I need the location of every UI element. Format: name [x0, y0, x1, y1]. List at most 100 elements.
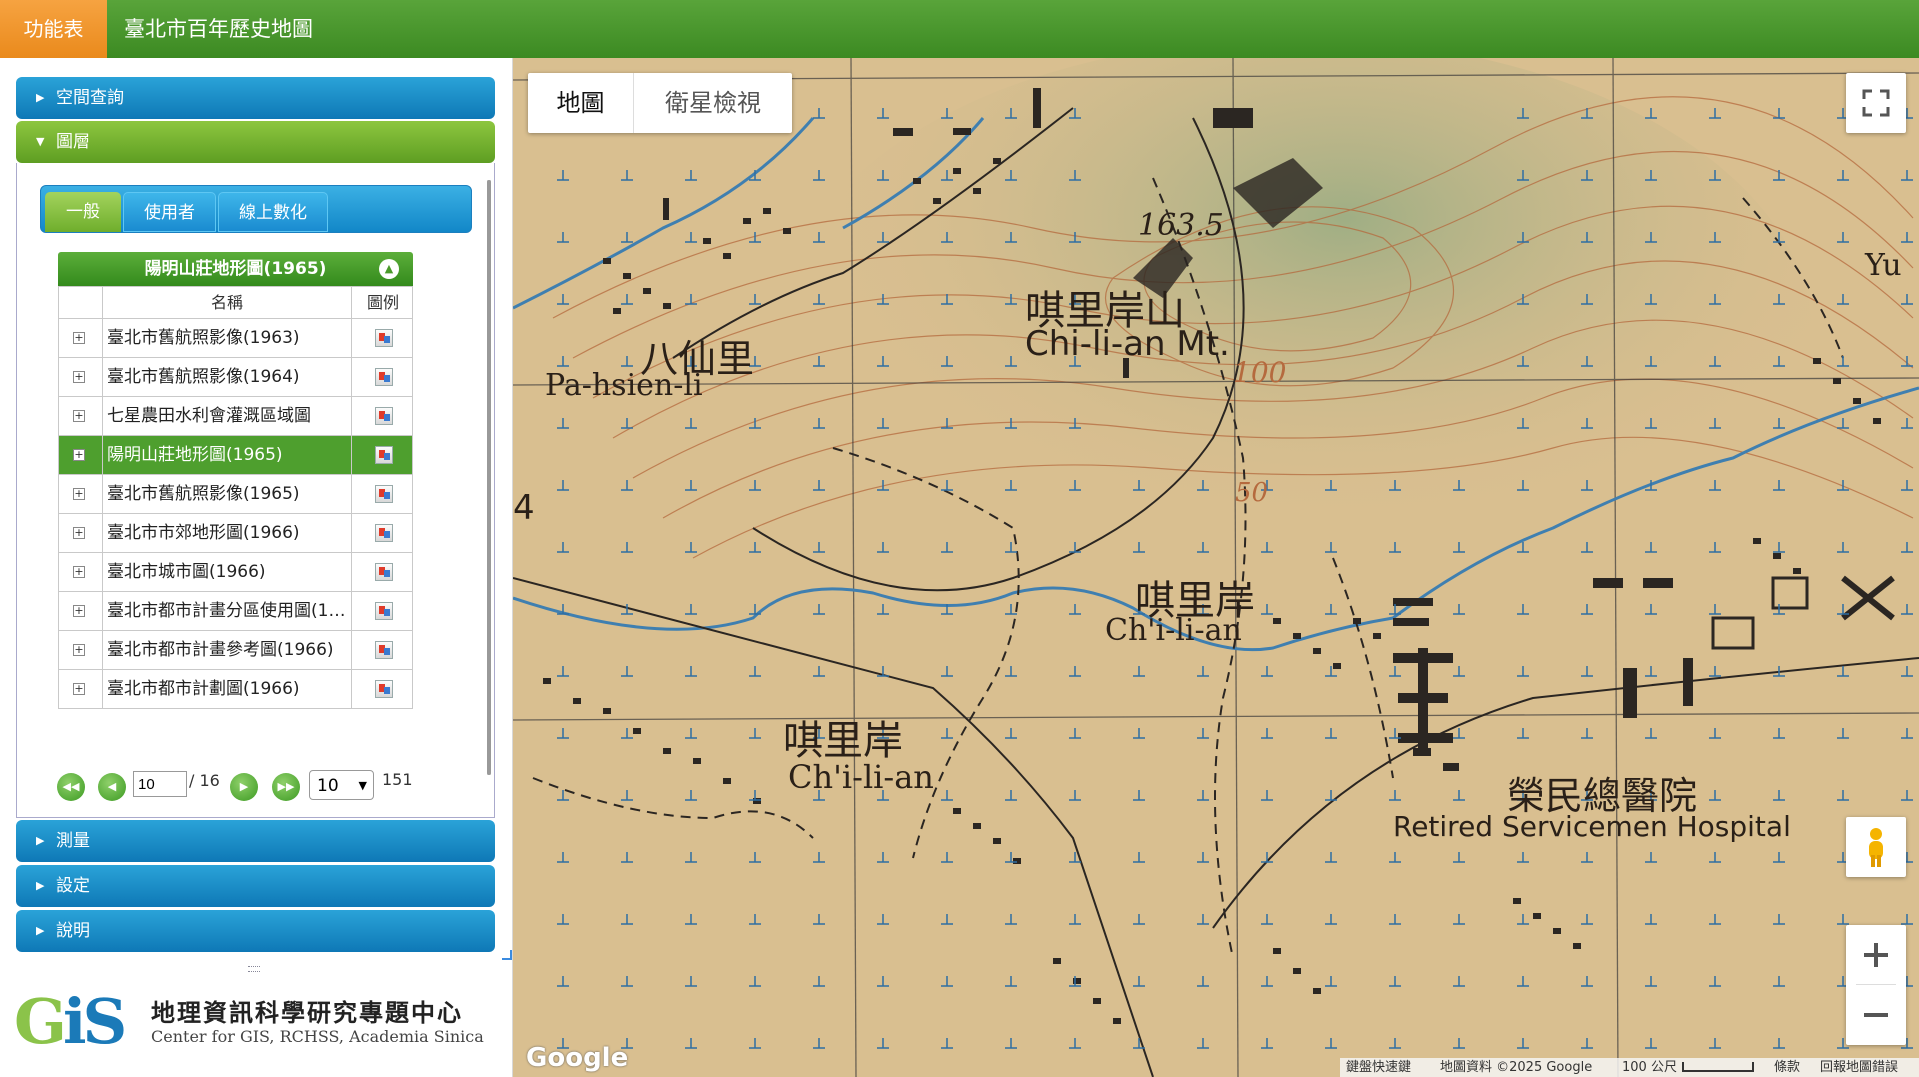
legend-icon[interactable]: [375, 563, 393, 581]
map-label-elevation: 163.5: [1138, 208, 1224, 243]
zoom-in-button[interactable]: [1846, 925, 1906, 984]
accordion-layers[interactable]: ▼ 圖層: [16, 121, 495, 163]
panel-scrollbar-thumb[interactable]: [487, 180, 491, 775]
menu-button[interactable]: 功能表: [0, 0, 107, 58]
map-canvas[interactable]: 唭里岸山 Chi-li-an Mt. 163.5 八仙里 Pa-hsien-li…: [513, 58, 1919, 1077]
zoom-out-button[interactable]: [1846, 985, 1906, 1045]
first-page-button[interactable]: ◀◀: [57, 773, 85, 801]
map-type-satellite-button[interactable]: 衛星檢視: [634, 73, 792, 133]
layer-name: 七星農田水利會灌溉區域圖: [107, 406, 311, 426]
layer-row[interactable]: + 臺北市都市計畫參考圖(1966): [58, 631, 413, 670]
accordion-label: 圖層: [56, 132, 90, 152]
layer-row[interactable]: + 七星農田水利會灌溉區域圖: [58, 397, 413, 436]
legend-column-header[interactable]: 圖例: [352, 287, 414, 318]
map-label-contour-50: 50: [1235, 478, 1269, 508]
resize-grip-icon[interactable]: [502, 950, 512, 960]
grid-title-text: 陽明山莊地形圖(1965): [144, 259, 327, 279]
expand-icon[interactable]: +: [73, 527, 85, 539]
fullscreen-button[interactable]: [1846, 73, 1906, 133]
pegman-icon: [1869, 828, 1883, 867]
accordion-spatial-query[interactable]: ▶ 空間查詢: [16, 77, 495, 119]
map-label-edge: Yu: [1865, 248, 1902, 283]
tab-online-digitize[interactable]: 線上數化: [218, 192, 328, 232]
last-page-button[interactable]: ▶▶: [272, 773, 300, 801]
rows-per-page-select[interactable]: 10 ▼: [309, 770, 374, 800]
expand-icon[interactable]: +: [73, 644, 85, 656]
next-page-button[interactable]: ▶: [230, 773, 258, 801]
gis-logo-mark: GiS: [14, 985, 127, 1058]
caret-right-icon: ▶: [36, 879, 45, 892]
accordion-measure[interactable]: ▶ 測量: [16, 820, 495, 862]
page-number-input[interactable]: [133, 771, 187, 797]
minus-icon: [1864, 1013, 1888, 1017]
map-attribution: 地圖資料 ©2025 Google: [1440, 1060, 1593, 1075]
splitter-handle-icon[interactable]: [248, 966, 260, 972]
expand-icon[interactable]: +: [73, 410, 85, 422]
map-label-hospital-en: Retired Servicemen Hospital: [1393, 810, 1791, 843]
expand-icon[interactable]: +: [73, 371, 85, 383]
accordion-settings[interactable]: ▶ 設定: [16, 865, 495, 907]
tab-general[interactable]: 一般: [45, 192, 121, 232]
expand-icon[interactable]: +: [73, 605, 85, 617]
accordion-label: 空間查詢: [56, 88, 124, 108]
legend-icon[interactable]: [375, 368, 393, 386]
legend-icon[interactable]: [375, 641, 393, 659]
accordion-label: 說明: [56, 921, 90, 941]
map-label-village1-en: Pa-hsien-li: [545, 368, 703, 403]
map-type-map-button[interactable]: 地圖: [528, 73, 633, 133]
grid-column-headers: 名稱 圖例: [58, 286, 413, 319]
layer-row[interactable]: + 臺北市舊航照影像(1963): [58, 319, 413, 358]
layer-row[interactable]: + 臺北市都市計畫分區使用圖(1966): [58, 592, 413, 631]
layer-row[interactable]: + 臺北市市郊地形圖(1966): [58, 514, 413, 553]
map-label-hill-en: Chi-li-an Mt.: [1025, 324, 1230, 364]
accordion-label: 測量: [56, 831, 90, 851]
scale-label[interactable]: 100 公尺: [1622, 1058, 1677, 1077]
keyboard-shortcuts-link[interactable]: 鍵盤快速鍵: [1346, 1058, 1411, 1077]
expand-column-header: [59, 287, 103, 318]
collapse-up-icon[interactable]: ▲: [379, 259, 399, 279]
report-map-error-link[interactable]: 回報地圖錯誤: [1820, 1058, 1898, 1077]
accordion-help[interactable]: ▶ 說明: [16, 910, 495, 952]
legend-icon[interactable]: [375, 602, 393, 620]
legend-icon[interactable]: [375, 407, 393, 425]
expand-icon[interactable]: +: [73, 488, 85, 500]
legend-icon[interactable]: [375, 485, 393, 503]
map-label-village3-en: Ch'i-li-an: [788, 758, 934, 796]
zoom-control: [1846, 925, 1906, 1045]
terms-link[interactable]: 條款: [1774, 1058, 1800, 1077]
caret-right-icon: ▶: [36, 91, 45, 104]
map-label-village2-en: Ch'i-li-an: [1105, 613, 1242, 648]
layer-row[interactable]: + 陽明山莊地形圖(1965): [58, 436, 413, 475]
map-label-contour-100: 100: [1233, 356, 1287, 389]
prev-page-button[interactable]: ◀: [98, 773, 126, 801]
layer-name: 臺北市舊航照影像(1963): [107, 328, 300, 348]
scale-bar: [1682, 1062, 1754, 1072]
street-view-button[interactable]: [1846, 817, 1906, 877]
google-logo: Google: [526, 1043, 629, 1073]
name-column-header[interactable]: 名稱: [103, 287, 352, 318]
caret-down-icon: ▼: [36, 135, 45, 148]
layer-row[interactable]: + 臺北市都市計劃圖(1966): [58, 670, 413, 709]
expand-icon[interactable]: +: [73, 566, 85, 578]
layer-row[interactable]: + 臺北市舊航照影像(1965): [58, 475, 413, 514]
layer-row[interactable]: + 臺北市舊航照影像(1964): [58, 358, 413, 397]
legend-icon[interactable]: [375, 329, 393, 347]
expand-icon[interactable]: +: [73, 449, 85, 461]
legend-icon[interactable]: [375, 524, 393, 542]
legend-icon[interactable]: [375, 680, 393, 698]
expand-icon[interactable]: +: [73, 683, 85, 695]
layer-name: 臺北市市郊地形圖(1966): [107, 523, 300, 543]
tab-user[interactable]: 使用者: [123, 192, 216, 232]
map-label-edge-number: 4: [513, 488, 535, 528]
fullscreen-icon: [1862, 89, 1890, 117]
expand-icon[interactable]: +: [73, 332, 85, 344]
caret-right-icon: ▶: [36, 924, 45, 937]
legend-icon[interactable]: [375, 446, 393, 464]
map-type-control: 地圖 衛星檢視: [528, 73, 792, 133]
layer-name: 臺北市舊航照影像(1964): [107, 367, 300, 387]
gis-center-logo: GiS 地理資訊科學研究專題中心 Center for GIS, RCHSS, …: [14, 987, 484, 1057]
app-title: 臺北市百年歷史地圖: [124, 17, 313, 41]
record-total: 151: [382, 770, 413, 789]
logo-name-zh: 地理資訊科學研究專題中心: [151, 999, 463, 1027]
layer-row[interactable]: + 臺北市城市圖(1966): [58, 553, 413, 592]
